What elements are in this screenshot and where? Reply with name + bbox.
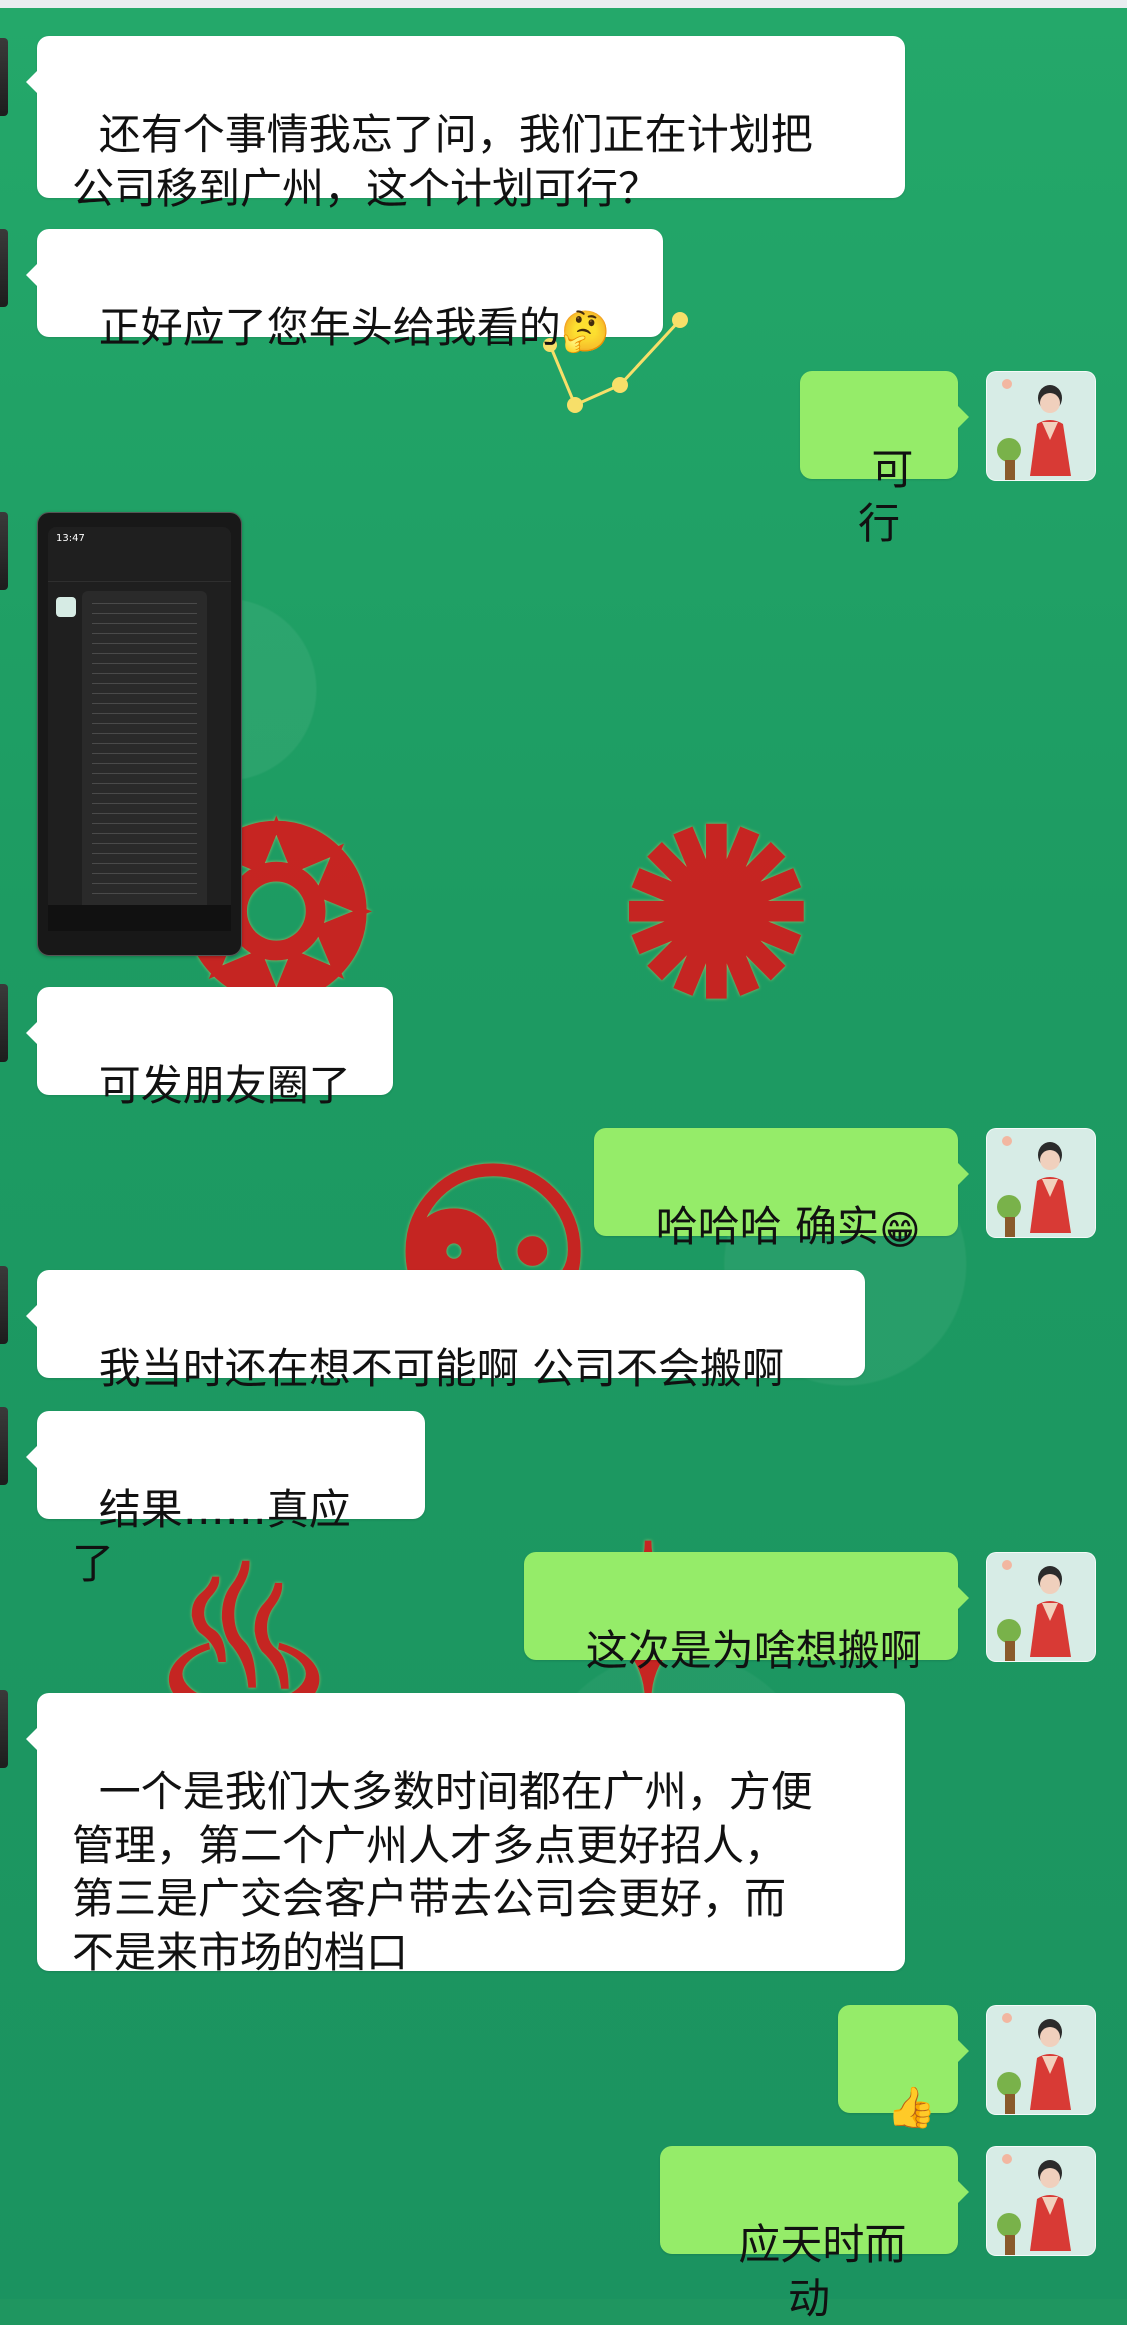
avatar-icon	[987, 1129, 1095, 1237]
message-bubble[interactable]: 可行	[800, 371, 969, 548]
image-message-thumbnail[interactable]: 13:47	[37, 512, 242, 956]
message-text: 我当时还在想不可能啊 公司不会搬啊	[98, 1343, 785, 1393]
left-avatar-edge	[0, 1407, 8, 1485]
message-text: 这次是为啥想搬啊	[585, 1625, 922, 1675]
message-bubble[interactable]: 这次是为啥想搬啊	[524, 1552, 969, 1675]
left-avatar-edge	[0, 1690, 8, 1768]
message-bubble[interactable]: 一个是我们大多数时间都在广州，方便 管理，第二个广州人才多点更好招人， 第三是广…	[26, 1693, 905, 1977]
left-avatar-edge	[0, 229, 8, 307]
message-bubble[interactable]: 还有个事情我忘了问，我们正在计划把 公司移到广州，这个计划可行？	[26, 36, 905, 213]
message-bubble[interactable]: 哈哈哈 确实😁	[594, 1128, 969, 1254]
avatar-icon	[987, 372, 1095, 480]
avatar[interactable]	[986, 2146, 1096, 2256]
left-avatar-edge	[0, 38, 8, 116]
message-bubble[interactable]: 可发朋友圈了	[26, 987, 393, 1110]
message-bubble[interactable]: 结果……真应了	[26, 1411, 425, 1588]
avatar-icon	[987, 1553, 1095, 1661]
thumbnail-message	[82, 591, 207, 921]
thumbnail-input-bar	[48, 905, 231, 931]
message-text: 可发朋友圈了	[98, 1060, 351, 1110]
message-text: 应天时而动	[738, 2219, 907, 2323]
message-text: 正好应了您年头给我看的	[98, 302, 561, 352]
message-text: 哈哈哈 确实	[655, 1201, 880, 1251]
message-bubble[interactable]: 我当时还在想不可能啊 公司不会搬啊	[26, 1270, 865, 1393]
thumbnail-avatar	[56, 597, 76, 617]
left-avatar-edge	[0, 1266, 8, 1344]
message-text: 还有个事情我忘了问，我们正在计划把 公司移到广州，这个计划可行？	[72, 109, 813, 213]
avatar-icon	[987, 2147, 1095, 2255]
avatar-icon	[987, 2006, 1095, 2114]
thumbs-up-icon: 👍	[886, 2084, 937, 2131]
thumbnail-header	[48, 555, 231, 582]
avatar[interactable]	[986, 371, 1096, 481]
left-avatar-edge	[0, 984, 8, 1062]
thumbnail-time: 13:47	[56, 533, 85, 544]
avatar[interactable]	[986, 2005, 1096, 2115]
avatar[interactable]	[986, 1128, 1096, 1238]
message-bubble[interactable]: 应天时而动	[660, 2146, 969, 2323]
grinning-face-icon: 😁	[879, 1207, 921, 1254]
thumbnail-status-bar: 13:47	[48, 527, 231, 555]
message-bubble[interactable]: 👍	[838, 2005, 969, 2131]
left-avatar-edge	[0, 512, 8, 590]
thinking-face-icon: 🤔	[560, 308, 611, 355]
avatar[interactable]	[986, 1552, 1096, 1662]
thumbnail-screen: 13:47	[48, 527, 231, 931]
message-bubble[interactable]: 正好应了您年头给我看的🤔	[26, 229, 663, 355]
top-bar-strip	[0, 0, 1127, 8]
message-text: 一个是我们大多数时间都在广州，方便 管理，第二个广州人才多点更好招人， 第三是广…	[72, 1766, 813, 1977]
